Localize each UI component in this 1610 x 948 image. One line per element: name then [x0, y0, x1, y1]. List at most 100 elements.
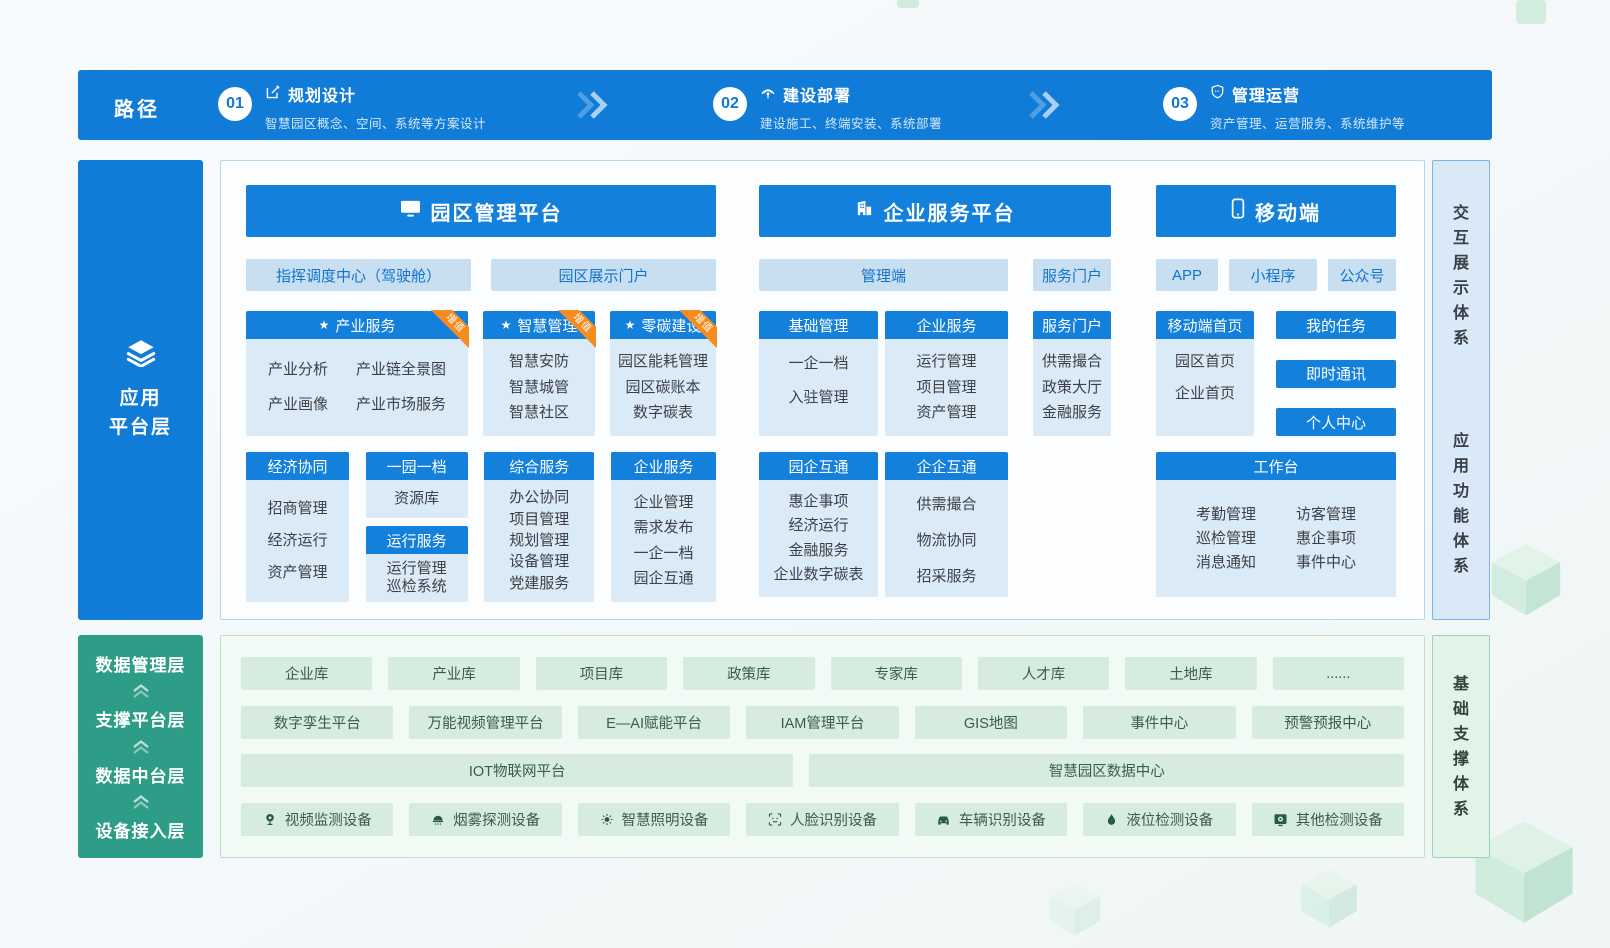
- platform-cell: 预警预报中心: [1252, 706, 1404, 739]
- card-industry-service: ★产业服务 增值 产业分析 产业链全景图 产业画像 产业市场服务: [246, 311, 468, 436]
- double-chevron-icon: [1026, 90, 1062, 120]
- shield-icon: [1210, 84, 1225, 104]
- enterprise-platform-header: 企业服务平台: [759, 185, 1111, 237]
- card-item: 惠企事项: [1296, 530, 1356, 548]
- chip-official-account: 公众号: [1328, 259, 1396, 291]
- card-item: 招采服务: [916, 568, 976, 586]
- card-item: 企业管理: [633, 494, 693, 512]
- card-item: 入驻管理: [788, 389, 848, 407]
- path-step-1: 01 规划设计 智慧园区概念、空间、系统等方案设计: [218, 82, 486, 132]
- step-3-subtitle: 资产管理、运营服务、系统维护等: [1210, 113, 1405, 132]
- card-item: 园企互通: [633, 570, 693, 588]
- card-item: 招商管理: [267, 500, 327, 518]
- card-item: 供需撮合: [1042, 353, 1102, 371]
- card-item: 事件中心: [1296, 554, 1356, 572]
- card-item: 产业市场服务: [356, 396, 446, 414]
- card-smart-management: ★智慧管理 增值 智慧安防 智慧城管 智慧社区: [483, 311, 595, 436]
- card-item: 考勤管理: [1196, 506, 1256, 524]
- card-park-enterprise-link: 园企互通 惠企事项 经济运行 金融服务 企业数字碳表: [759, 452, 878, 597]
- support-platform-row: 数字孪生平台 万能视频管理平台 E—AI赋能平台 IAM管理平台 GIS地图 事…: [241, 706, 1404, 739]
- platform-cell: 事件中心: [1083, 706, 1235, 739]
- up-chevron-icon: [130, 795, 152, 809]
- broadcast-icon: [760, 84, 776, 105]
- card-item: 需求发布: [633, 519, 693, 537]
- device-access-layer-label: 设备接入层: [96, 817, 186, 842]
- database-cell-more: ......: [1273, 657, 1404, 690]
- iot-platform-cell: IOT物联网平台: [241, 754, 793, 787]
- card-enterprise-enterprise-link: 企企互通 供需撮合 物流协同 招采服务: [885, 452, 1008, 597]
- step-2-title: 建设部署: [783, 82, 851, 106]
- data-management-layer-label: 数据管理层: [96, 651, 186, 676]
- card-item: 巡检系统: [387, 578, 447, 596]
- smart-park-architecture-diagram: 路径 01 规划设计 智慧园区概念、空间、系统等方案设计 02 建设部署 建设施…: [0, 0, 1610, 948]
- portal-command-center: 指挥调度中心（驾驶舱）: [246, 259, 471, 291]
- card-item: 项目管理: [916, 379, 976, 397]
- mobile-platform-header: 移动端: [1156, 185, 1396, 237]
- card-basic-management: 基础管理 一企一档 入驻管理: [759, 311, 878, 436]
- layers-icon: [126, 339, 156, 372]
- portal-park-display: 园区展示门户: [491, 259, 716, 291]
- card-item: 党建服务: [509, 575, 569, 593]
- chip-app: APP: [1156, 259, 1218, 291]
- card-item: 企业首页: [1175, 385, 1235, 403]
- card-item: 产业分析: [268, 361, 328, 379]
- card-item: 设备管理: [509, 553, 569, 571]
- up-chevron-icon: [130, 740, 152, 754]
- card-item: 园区碳账本: [625, 379, 700, 397]
- camera-icon: [263, 812, 277, 827]
- park-data-center-cell: 智慧园区数据中心: [809, 754, 1404, 787]
- card-service-portal: 服务门户 供需撮合 政策大厅 金融服务: [1033, 311, 1111, 436]
- card-item: 资产管理: [916, 404, 976, 422]
- droplet-icon: [1105, 812, 1118, 827]
- card-item: 一企一档: [788, 355, 848, 373]
- database-cell: 土地库: [1125, 657, 1256, 690]
- portal-management-side: 管理端: [759, 259, 1008, 291]
- decor-cube: [1488, 540, 1564, 618]
- card-item: 智慧安防: [509, 353, 569, 371]
- edit-icon: [265, 84, 281, 105]
- decor-square: [897, 0, 919, 8]
- platform-cell: GIS地图: [915, 706, 1067, 739]
- phone-icon: [1231, 198, 1245, 225]
- card-economic-synergy: 经济协同 招商管理 经济运行 资产管理: [246, 452, 349, 602]
- card-one-park-one-file: 一园一档 资源库: [366, 452, 468, 518]
- card-item: 经济运行: [788, 517, 848, 535]
- database-cell: 专家库: [831, 657, 962, 690]
- card-item: 产业链全景图: [356, 361, 446, 379]
- building-icon: [855, 199, 874, 224]
- card-item: 资源库: [394, 490, 439, 508]
- path-step-2: 02 建设部署 建设施工、终端安装、系统部署: [713, 82, 942, 132]
- card-item: 物流协同: [916, 532, 976, 550]
- sensor-device-icon: [1273, 812, 1288, 827]
- database-row: 企业库 产业库 项目库 政策库 专家库 人才库 土地库 ......: [241, 657, 1404, 690]
- card-operation-service: 运行服务 运行管理 巡检系统: [366, 526, 468, 602]
- monitor-icon: [400, 199, 421, 224]
- card-item: 规划管理: [509, 532, 569, 550]
- application-platform-layer-sidebar: 应用 平台层: [78, 160, 203, 620]
- step-1-subtitle: 智慧园区概念、空间、系统等方案设计: [265, 113, 486, 132]
- face-recognition-icon: [768, 812, 782, 827]
- device-row: 视频监测设备 烟雾探测设备 智慧照明设备 人脸识别设备 车辆识别设备 液位检测设…: [241, 803, 1404, 836]
- card-item: 供需撮合: [916, 496, 976, 514]
- park-platform-header: 园区管理平台: [246, 185, 716, 237]
- step-3-title: 管理运营: [1232, 82, 1300, 106]
- button-my-tasks: 我的任务: [1276, 311, 1396, 339]
- card-comprehensive-service: 综合服务 办公协同 项目管理 规划管理 设备管理 党建服务: [484, 452, 594, 602]
- up-chevron-icon: [130, 684, 152, 698]
- step-1-title: 规划设计: [288, 82, 356, 106]
- card-item: 产业画像: [268, 396, 328, 414]
- card-item: 园区首页: [1175, 353, 1235, 371]
- decor-square: [1516, 0, 1546, 24]
- smoke-detector-icon: [431, 812, 445, 827]
- chip-mini-program: 小程序: [1229, 259, 1317, 291]
- device-cell: 车辆识别设备: [915, 803, 1067, 836]
- platform-cell: 数字孪生平台: [241, 706, 393, 739]
- database-cell: 政策库: [683, 657, 814, 690]
- card-item: 智慧城管: [509, 379, 569, 397]
- card-item: 消息通知: [1196, 554, 1256, 572]
- light-icon: [600, 812, 614, 827]
- card-item: 项目管理: [509, 511, 569, 529]
- double-chevron-icon: [574, 90, 610, 120]
- platform-cell: IAM管理平台: [746, 706, 898, 739]
- card-item: 智慧社区: [509, 404, 569, 422]
